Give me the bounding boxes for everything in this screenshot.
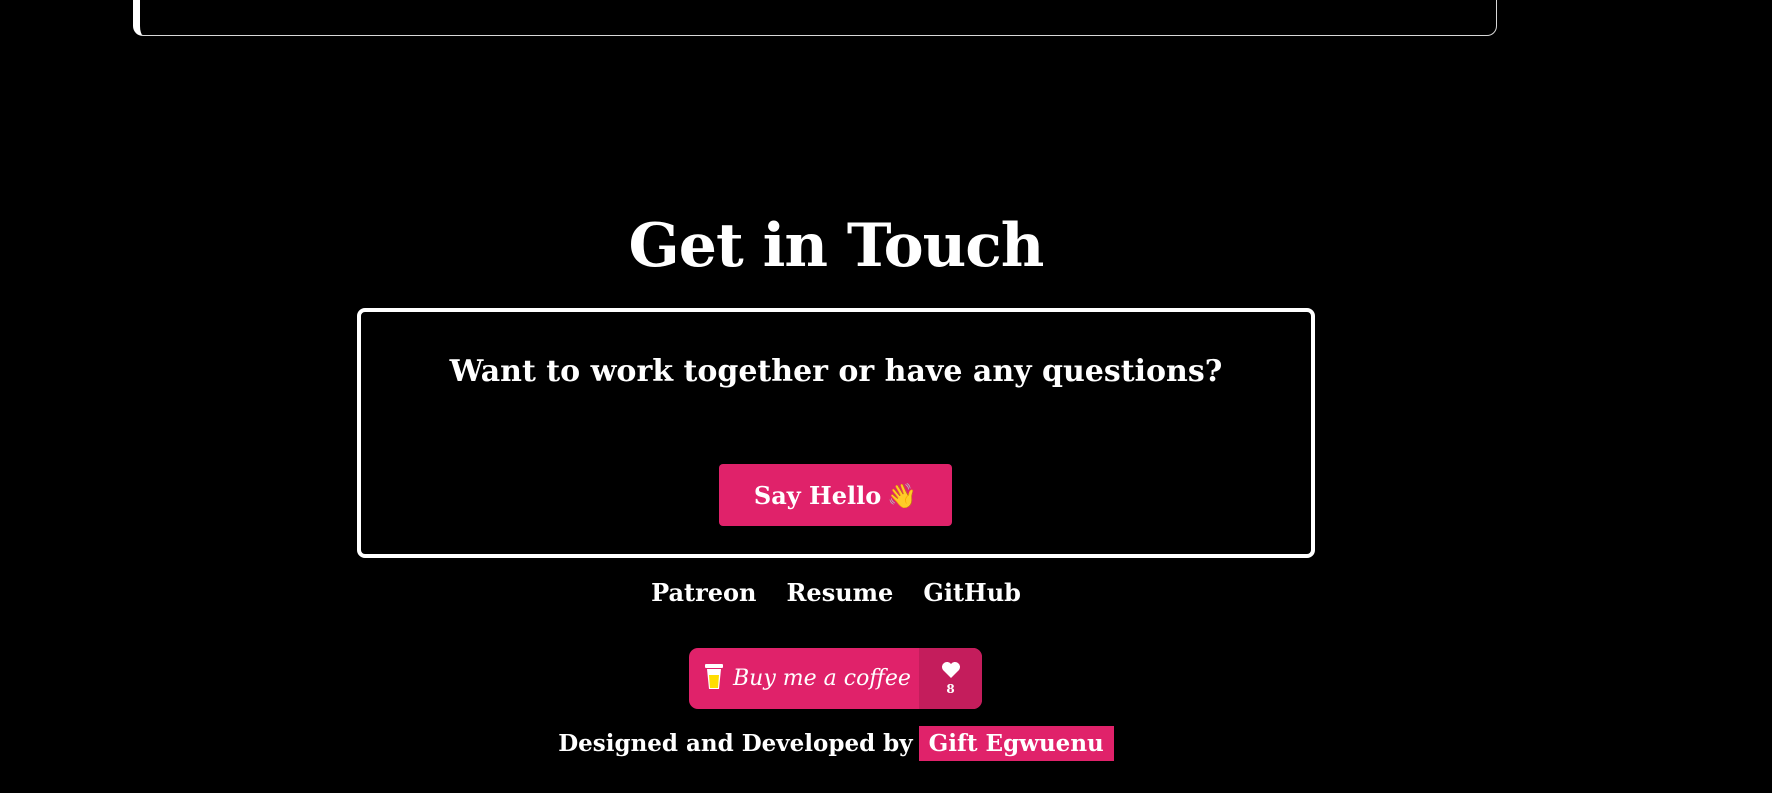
author-link[interactable]: Gift Egwuenu bbox=[918, 726, 1114, 761]
coffee-label: Buy me a coffee bbox=[733, 666, 911, 691]
contact-question: Want to work together or have any questi… bbox=[449, 354, 1223, 389]
credit-text: Designed and Developed by bbox=[558, 730, 913, 757]
coffee-cup-icon bbox=[703, 661, 725, 697]
heart-icon bbox=[941, 661, 961, 682]
contact-box: Want to work together or have any questi… bbox=[357, 308, 1315, 558]
waving-hand-icon: 👋 bbox=[887, 480, 918, 510]
buy-me-a-coffee-widget[interactable]: Buy me a coffee 8 bbox=[689, 648, 982, 709]
social-links: Patreon Resume GitHub bbox=[0, 578, 1672, 607]
patreon-link[interactable]: Patreon bbox=[651, 578, 756, 607]
resume-link[interactable]: Resume bbox=[786, 578, 893, 607]
buy-me-a-coffee-button[interactable]: Buy me a coffee bbox=[689, 648, 919, 709]
section-title: Get in Touch bbox=[628, 211, 1045, 281]
supporter-count-value: 8 bbox=[946, 682, 955, 696]
say-hello-label: Say Hello bbox=[753, 480, 882, 510]
say-hello-button[interactable]: Say Hello 👋 bbox=[719, 464, 952, 526]
footer-credit: Designed and Developed by Gift Egwuenu bbox=[0, 726, 1672, 761]
github-link[interactable]: GitHub bbox=[923, 578, 1021, 607]
project-card-bottom-edge bbox=[133, 0, 1497, 36]
supporter-count: 8 bbox=[919, 648, 982, 709]
